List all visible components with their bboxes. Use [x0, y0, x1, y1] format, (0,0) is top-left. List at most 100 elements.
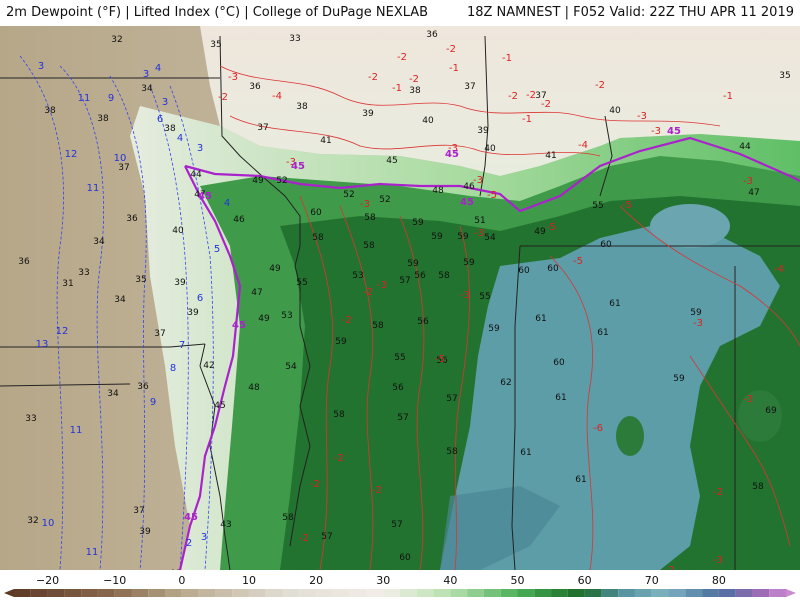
dewpoint-label: 54	[285, 362, 297, 372]
colorbar-swatch	[534, 589, 552, 597]
lifted-index-label: -3	[743, 176, 753, 187]
dewpoint-label: 35	[135, 275, 146, 285]
lifted-index-label: -1	[449, 63, 459, 74]
lifted-index-label: -2	[299, 533, 309, 544]
colorbar-tick: 0	[178, 574, 185, 587]
lifted-index-label: 7	[179, 340, 185, 351]
dewpoint-label: 36	[426, 30, 438, 40]
colorbar-swatch	[349, 589, 367, 597]
dewpoint-label: 59	[335, 337, 347, 347]
dewpoint-label: 58	[446, 447, 458, 457]
contour-45-label: 45	[460, 197, 474, 208]
dewpoint-label: 39	[174, 278, 186, 288]
lifted-index-label: -5	[435, 354, 445, 365]
lifted-index-label: 11	[70, 425, 83, 436]
lifted-index-label: 4	[224, 198, 230, 209]
colorbar-tick: 80	[712, 574, 726, 587]
dewpoint-label: 52	[343, 190, 354, 200]
dewpoint-label: 58	[312, 233, 324, 243]
lifted-index-label: -3	[228, 72, 238, 83]
lifted-index-label: -4	[578, 140, 588, 151]
colorbar-tick: 10	[242, 574, 256, 587]
colorbar-swatch	[618, 589, 635, 597]
dewpoint-label: 52	[276, 176, 287, 186]
lifted-index-label: -2	[713, 487, 723, 498]
colorbar-swatch	[551, 589, 568, 597]
lifted-index-label: -2	[310, 479, 320, 490]
dewpoint-label: 39	[187, 308, 199, 318]
lifted-index-label: -2	[526, 90, 536, 101]
dewpoint-label: 48	[248, 383, 260, 393]
dewpoint-map: 32 3533 363534 36 37373838383938404038 37 3941…	[0, 26, 800, 570]
dewpoint-label: 33	[289, 34, 300, 44]
dewpoint-label: 49	[534, 227, 546, 237]
dewpoint-label: 37	[464, 82, 475, 92]
dewpoint-label: 36	[137, 382, 149, 392]
colorbar-swatch	[97, 589, 115, 597]
colorbar-swatch	[584, 589, 602, 597]
dewpoint-label: 49	[258, 314, 270, 324]
dewpoint-label: 47	[251, 288, 262, 298]
lifted-index-label: 6	[157, 114, 163, 125]
lifted-index-label: -6	[593, 423, 603, 434]
colorbar-swatch	[416, 589, 434, 597]
dewpoint-label: 45	[214, 401, 225, 411]
colorbar-swatch	[400, 589, 417, 597]
lifted-index-label: -2	[372, 485, 382, 496]
dewpoint-label: 56	[414, 271, 426, 281]
dewpoint-label: 61	[555, 393, 566, 403]
contour-45-label: 45	[184, 512, 198, 523]
dewpoint-label: 61	[520, 448, 531, 458]
lifted-index-label: -1	[392, 83, 402, 94]
colorbar-swatch	[769, 589, 786, 597]
dewpoint-label: 69	[765, 406, 777, 416]
colorbar-swatch	[47, 589, 65, 597]
lifted-index-label: -3	[460, 290, 470, 301]
colorbar-tick: 20	[309, 574, 323, 587]
lifted-index-label: -3	[651, 126, 661, 137]
dewpoint-label: 34	[107, 389, 119, 399]
dewpoint-label: 43	[220, 520, 231, 530]
colorbar-swatch	[634, 589, 652, 597]
dewpoint-label: 35	[779, 71, 790, 81]
dewpoint-label: 57	[397, 413, 408, 423]
lifted-index-label: -4	[272, 91, 282, 102]
lifted-index-label: 5	[214, 244, 220, 255]
dewpoint-label: 55	[394, 353, 405, 363]
dewpoint-label: 59	[463, 258, 475, 268]
dewpoint-label: 45	[386, 156, 397, 166]
colorbar-swatch	[567, 589, 585, 597]
lifted-index-label: 3	[162, 97, 168, 108]
dewpoint-label: 55	[296, 278, 307, 288]
dewpoint-label: 59	[488, 324, 500, 334]
colorbar-swatch	[668, 589, 686, 597]
dewpoint-label: 39	[362, 109, 374, 119]
model-valid-time: 18Z NAMNEST | F052 Valid: 22Z THU APR 11…	[466, 5, 794, 20]
colorbar-swatch	[131, 589, 149, 597]
lifted-index-label: 3	[143, 69, 149, 80]
dewpoint-label: 58	[372, 321, 384, 331]
lifted-index-label: 11	[78, 93, 91, 104]
dewpoint-label: 41	[545, 151, 556, 161]
lifted-index-label: -3	[474, 228, 484, 239]
colorbar-tick: 70	[645, 574, 659, 587]
dewpoint-label: 59	[407, 259, 419, 269]
dewpoint-label: 58	[438, 271, 450, 281]
lifted-index-label: 11	[86, 547, 99, 558]
dewpoint-label: 57	[446, 394, 457, 404]
colorbar-extend-arrow	[4, 589, 14, 597]
dewpoint-label: 53	[352, 271, 363, 281]
colorbar-tick: 40	[443, 574, 457, 587]
colorbar-tick: 60	[578, 574, 592, 587]
colorbar-swatch	[483, 589, 501, 597]
lifted-index-label: -2	[368, 72, 378, 83]
colorbar-swatch	[248, 589, 266, 597]
colorbar-swatch	[81, 589, 98, 597]
lifted-index-label: -3	[693, 318, 703, 329]
dewpoint-label: 42	[203, 361, 214, 371]
colorbar-swatch	[14, 589, 31, 597]
lifted-index-label: 9	[108, 93, 114, 104]
dewpoint-label: 46	[233, 215, 245, 225]
lifted-index-label: 3	[201, 532, 207, 543]
dewpoint-label: 32	[27, 516, 38, 526]
